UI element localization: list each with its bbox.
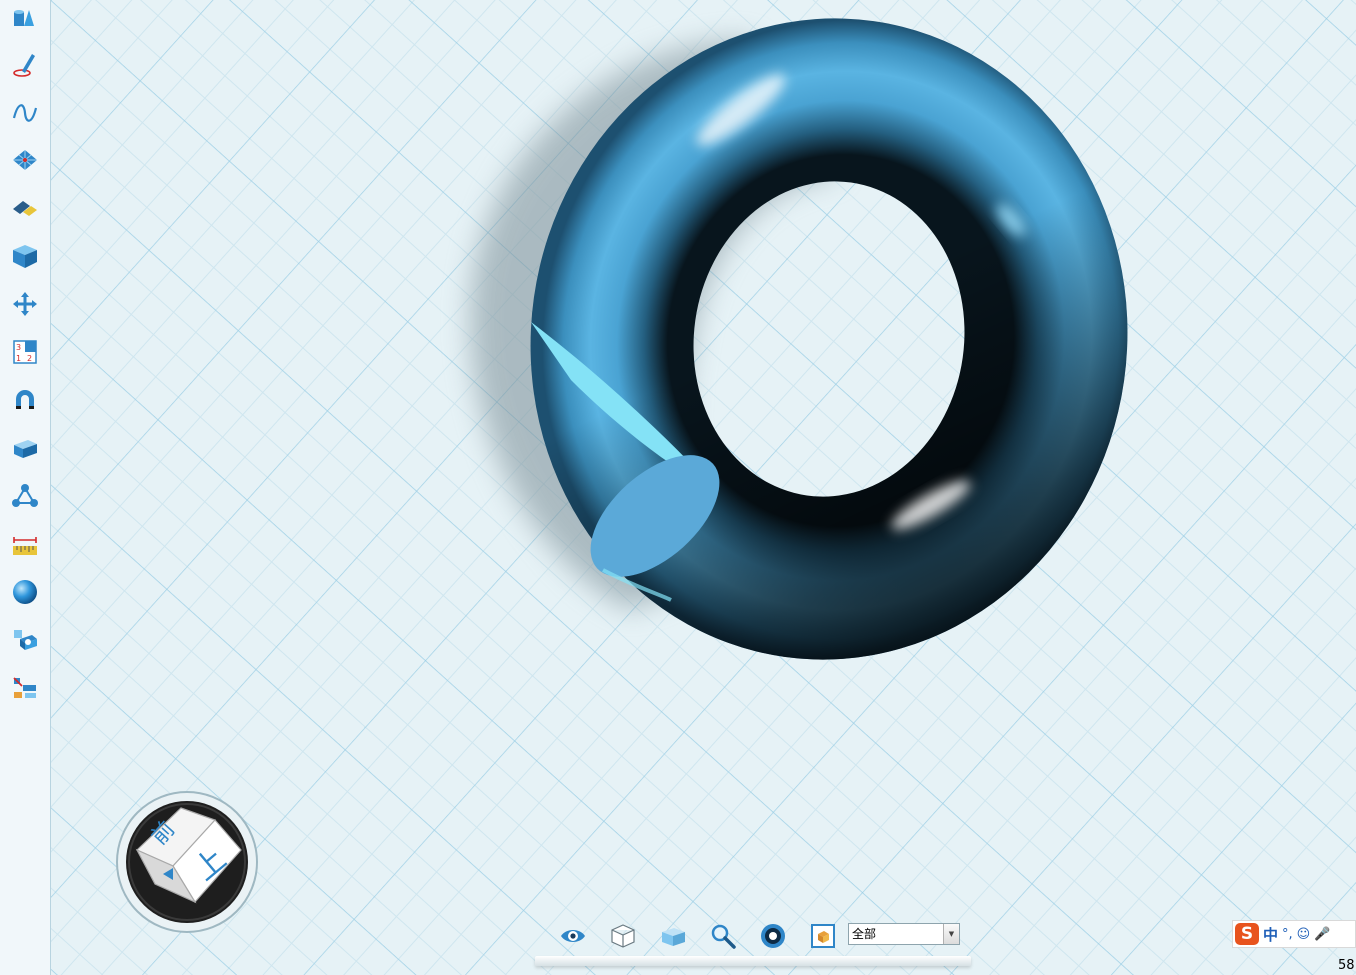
shapes-icon xyxy=(14,10,34,26)
status-corner-text: 58 xyxy=(1338,958,1355,973)
pattern-tool[interactable]: 3 1 2 xyxy=(8,335,42,369)
view-cube-navigator[interactable]: 前 上 xyxy=(115,790,259,934)
move-arrows-icon xyxy=(13,292,37,316)
nodes-icon xyxy=(12,484,38,507)
curve-icon xyxy=(12,104,38,122)
chevron-down-icon[interactable]: ▼ xyxy=(943,924,959,944)
svg-text:2: 2 xyxy=(27,354,32,363)
zoom-button[interactable] xyxy=(707,920,739,952)
object-filter-value: 全部 xyxy=(852,927,877,941)
magnet-icon xyxy=(16,390,34,409)
ime-emoji-icon[interactable]: ☺ xyxy=(1297,927,1311,942)
ime-mode-toggle[interactable]: 中 xyxy=(1263,924,1278,945)
grid-feature-icon xyxy=(13,150,37,170)
render-button[interactable] xyxy=(757,920,789,952)
shaded-view-button[interactable] xyxy=(657,920,689,952)
frame-icon xyxy=(811,924,835,948)
measure-tool[interactable] xyxy=(8,527,42,561)
cube-icon xyxy=(13,245,37,268)
transform-box-tool[interactable] xyxy=(8,431,42,465)
plugin-tool[interactable] xyxy=(8,623,42,657)
svg-text:3: 3 xyxy=(16,343,21,352)
distribution-tool[interactable] xyxy=(8,479,42,513)
pen-icon xyxy=(13,54,35,77)
box-icon xyxy=(14,440,37,458)
toolbar-shelf xyxy=(535,956,971,966)
ime-logo-icon[interactable]: S xyxy=(1235,923,1259,945)
edit-tool[interactable] xyxy=(8,191,42,225)
curve-tool[interactable] xyxy=(8,96,42,130)
magnifier-icon xyxy=(711,924,736,949)
svg-text:1: 1 xyxy=(16,354,21,363)
basic-shapes-tool[interactable] xyxy=(8,2,42,36)
move-tool[interactable] xyxy=(8,287,42,321)
bottom-view-toolbar: 全部 ▼ xyxy=(535,916,971,966)
eye-icon xyxy=(561,930,585,942)
snap-tool[interactable] xyxy=(8,383,42,417)
eraser-icon xyxy=(13,201,37,216)
ruler-icon xyxy=(13,537,37,555)
view-toggle-button[interactable] xyxy=(557,920,589,952)
wire-cube-icon xyxy=(611,924,635,948)
ime-punctuation-toggle[interactable]: °, xyxy=(1282,927,1293,942)
numbered-grid-icon: 3 1 2 xyxy=(13,340,37,364)
ime-status-bar[interactable]: S 中 °, ☺ 🎤 xyxy=(1232,920,1356,948)
sketch-draw-tool[interactable] xyxy=(8,48,42,82)
assembly-tool[interactable] xyxy=(8,671,42,705)
plugin-icon xyxy=(14,630,37,650)
combine-tool[interactable] xyxy=(8,239,42,273)
object-filter-select[interactable]: 全部 ▼ xyxy=(848,923,960,945)
ime-mic-icon[interactable]: 🎤 xyxy=(1314,927,1330,942)
sphere-icon xyxy=(13,580,37,604)
special-feature-tool[interactable] xyxy=(8,143,42,177)
wireframe-view-button[interactable] xyxy=(607,920,639,952)
lens-icon xyxy=(761,924,785,948)
assembly-icon xyxy=(13,677,36,698)
tool-sidebar: 3 1 2 xyxy=(0,0,51,975)
solid-cube-icon xyxy=(662,928,685,946)
material-tool[interactable] xyxy=(8,575,42,609)
fit-view-button[interactable] xyxy=(807,920,839,952)
